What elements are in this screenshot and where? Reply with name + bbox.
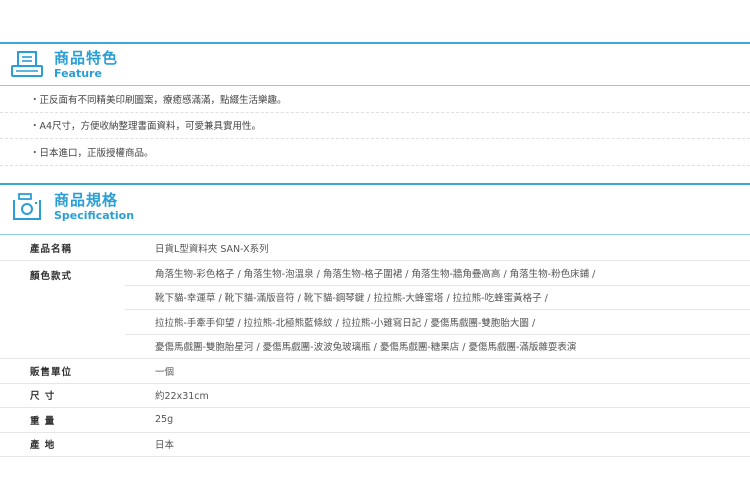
spec-label: 產 地 (0, 432, 125, 457)
spec-bottom-rule (0, 234, 750, 235)
feature-top-rule (0, 42, 750, 44)
spec-value-line: 憂傷馬戲團-雙胞胎星河 / 憂傷馬戲團-波波兔玻璃瓶 / 憂傷馬戲團-糖果店 /… (125, 334, 750, 359)
spec-subtitle: Specification (54, 209, 135, 222)
spec-value-line: 靴下貓-幸運草 / 靴下貓-滿版音符 / 靴下貓-鋼琴鍵 / 拉拉熊-大蜂蜜塔 … (125, 285, 750, 310)
feature-item: ・A4尺寸，方便收納整理書面資料，可愛兼具實用性。 (0, 113, 750, 139)
feature-title: 商品特色 (54, 49, 119, 67)
spec-value: 日貨L型資料夾 SAN-X系列 (125, 236, 750, 261)
spec-value: 日本 (125, 432, 750, 457)
spec-row-origin: 產 地 日本 (0, 432, 750, 457)
feature-heading: 商品特色 Feature (10, 49, 118, 81)
camera-icon (13, 193, 41, 220)
spec-title: 商品規格 (54, 191, 119, 209)
feature-item: ・日本進口，正版授權商品。 (0, 139, 750, 166)
spec-label: 顏色款式 (0, 260, 125, 359)
spec-label: 販售單位 (0, 358, 125, 384)
spec-heading: 商品規格 Specification (10, 191, 134, 223)
spec-row-name: 產品名稱 日貨L型資料夾 SAN-X系列 (0, 236, 750, 261)
spec-row-size: 尺 寸 約22x31cm (0, 383, 750, 408)
spec-label: 尺 寸 (0, 383, 125, 408)
feature-list: ・正反面有不同精美印刷圖案，療癒感滿滿，點綴生活樂趣。 ・A4尺寸，方便收納整理… (0, 86, 750, 166)
spec-label: 重 量 (0, 407, 125, 433)
spec-row-weight: 重 量 25g (0, 407, 750, 433)
spec-value: 約22x31cm (125, 383, 750, 408)
feature-item: ・正反面有不同精美印刷圖案，療癒感滿滿，點綴生活樂趣。 (0, 86, 750, 113)
spec-top-rule (0, 183, 750, 185)
spec-value: 一個 (125, 358, 750, 384)
printer-icon (11, 51, 43, 77)
spec-value-line: 角落生物-彩色格子 / 角落生物-泡溫泉 / 角落生物-格子圍裙 / 角落生物-… (125, 260, 750, 286)
spec-value-line: 拉拉熊-手牽手仰望 / 拉拉熊-北極熊藍條紋 / 拉拉熊-小雞寫日記 / 憂傷馬… (125, 309, 750, 335)
spec-value: 25g (125, 407, 750, 433)
spec-label: 產品名稱 (0, 236, 125, 261)
spec-table: 產品名稱 日貨L型資料夾 SAN-X系列 顏色款式 角落生物-彩色格子 / 角落… (0, 236, 750, 457)
spec-row-colors: 顏色款式 角落生物-彩色格子 / 角落生物-泡溫泉 / 角落生物-格子圍裙 / … (0, 260, 750, 359)
spec-row-unit: 販售單位 一個 (0, 358, 750, 384)
feature-subtitle: Feature (54, 67, 102, 80)
